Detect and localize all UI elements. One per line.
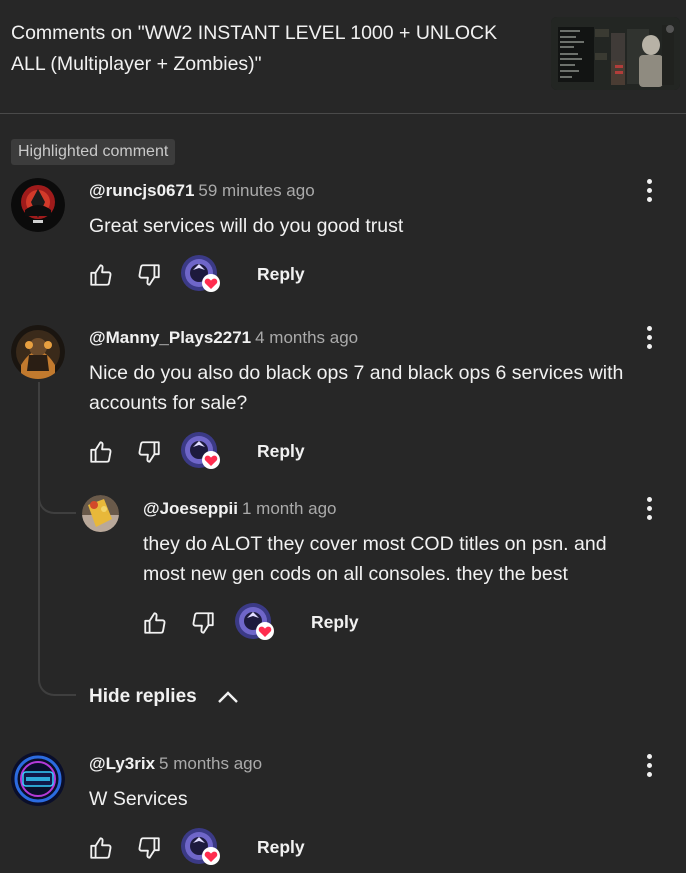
reply-button[interactable]: Reply [311,610,359,634]
comment-time[interactable]: 4 months ago [255,328,358,347]
comments-header: Comments on "WW2 INSTANT LEVEL 1000 + UN… [0,0,686,114]
video-thumbnail-image [551,17,680,90]
avatar[interactable] [11,752,65,806]
comments-title: Comments on "WW2 INSTANT LEVEL 1000 + UN… [11,22,498,75]
thumb-down-icon[interactable] [190,610,216,636]
reply-button[interactable]: Reply [257,835,305,859]
comment-time[interactable]: 1 month ago [242,499,337,518]
reply-button[interactable]: Reply [257,262,305,286]
thumb-up-icon[interactable] [142,610,168,636]
thumb-down-icon[interactable] [136,262,162,288]
thumb-down-icon[interactable] [136,835,162,861]
thread-branch-hide [38,660,76,696]
comment-author[interactable]: @Ly3rix [89,754,155,773]
hide-replies-button[interactable]: Hide replies [89,683,197,711]
avatar-image [11,325,65,379]
avatar[interactable] [11,178,65,232]
more-vert-icon[interactable] [638,323,662,353]
avatar-image [82,495,119,532]
comment-meta: @Joeseppii 1 month ago [143,498,337,520]
thread-line [38,382,40,678]
comment-author[interactable]: @runcjs0671 [89,181,194,200]
creator-heart-icon [181,255,221,293]
comment-meta: @Ly3rix 5 months ago [89,753,262,775]
creator-heart-icon [181,432,221,470]
avatar-image [11,178,65,232]
avatar[interactable] [11,325,65,379]
video-thumbnail[interactable] [551,17,680,90]
comment-text: Nice do you also do black ops 7 and blac… [89,362,624,414]
comment-time[interactable]: 5 months ago [159,754,262,773]
reply-button[interactable]: Reply [257,439,305,463]
thumb-up-icon[interactable] [88,439,114,465]
comment-time[interactable]: 59 minutes ago [198,181,314,200]
comment-text: W Services [89,788,188,810]
avatar[interactable] [82,495,119,532]
comment-author[interactable]: @Manny_Plays2271 [89,328,251,347]
comment-meta: @runcjs0671 59 minutes ago [89,180,315,202]
thumb-down-icon[interactable] [136,439,162,465]
more-vert-icon[interactable] [638,494,662,524]
chevron-up-icon[interactable] [217,686,239,708]
creator-heart-icon [181,828,221,866]
comment-text: they do ALOT they cover most COD titles … [143,533,607,585]
thread-branch-reply [38,470,76,514]
highlighted-comment-chip: Highlighted comment [11,139,176,165]
avatar-image [11,752,65,806]
thumb-up-icon[interactable] [88,835,114,861]
comment-text: Great services will do you good trust [89,215,404,237]
comment-meta: @Manny_Plays2271 4 months ago [89,327,358,349]
comment-author[interactable]: @Joeseppii [143,499,238,518]
more-vert-icon[interactable] [638,751,662,781]
creator-heart-icon [235,603,275,641]
more-vert-icon[interactable] [638,176,662,206]
thumb-up-icon[interactable] [88,262,114,288]
